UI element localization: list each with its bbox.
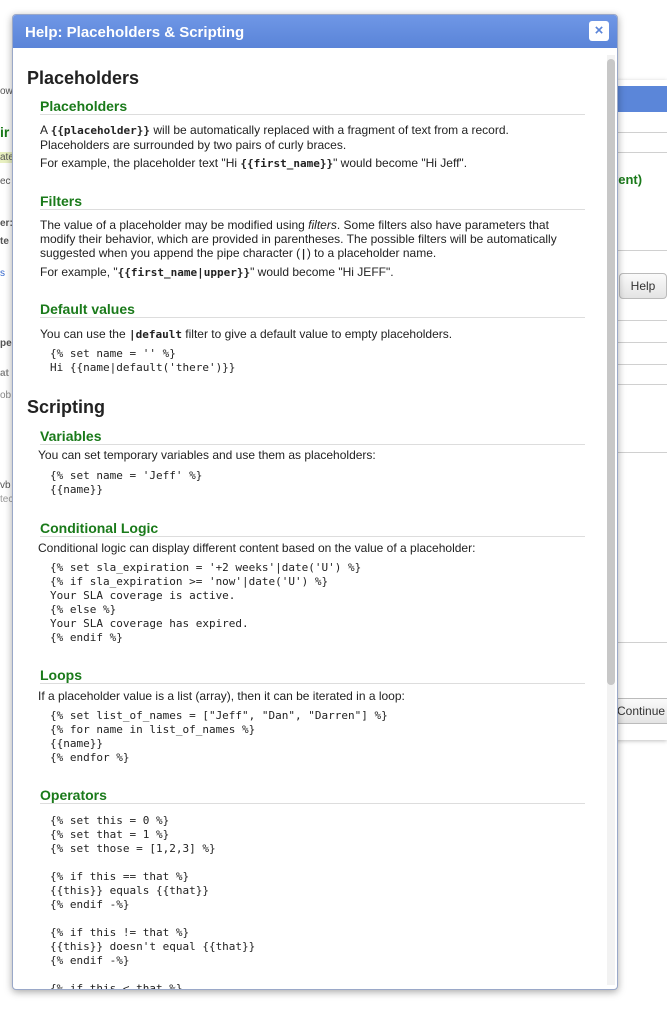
scrollbar-thumb[interactable] [607,59,615,685]
filters-paragraph-1: The value of a placeholder may be modifi… [40,218,557,260]
placeholders-paragraph-1: A {{placeholder}} will be automatically … [40,123,509,152]
default-values-paragraph: You can use the |default filter to give … [40,327,453,341]
bg-fragment: at [0,368,9,379]
placeholders-paragraph-2: For example, the placeholder text "Hi {{… [40,156,468,170]
bg-fragment: er: [0,218,13,229]
dialog-titlebar[interactable]: Help: Placeholders & Scripting × [13,15,617,48]
code-operators: {% set this = 0 %} {% set that = 1 %} {%… [50,814,256,989]
heading-conditional-logic: Conditional Logic [40,520,585,537]
bg-fragment: s [0,268,5,279]
help-button[interactable]: Help [619,273,667,299]
code-variables: {% set name = 'Jeff' %} {{name}} [50,469,203,496]
heading-default-values: Default values [40,301,585,318]
heading-loops: Loops [40,667,585,684]
bg-fragment: ob [0,390,12,401]
heading-variables: Variables [40,428,585,445]
section-title-scripting: Scripting [27,397,106,417]
bg-fragment: vb [0,480,11,491]
close-icon[interactable]: × [589,21,609,41]
bg-fragment: pe [0,338,12,349]
continue-button[interactable]: Continue [613,698,667,724]
bg-fragment: ir [0,124,10,140]
dialog-title: Help: Placeholders & Scripting [25,24,245,41]
bg-fragment: ow [0,86,13,97]
loops-text: If a placeholder value is a list (array)… [38,689,405,703]
heading-operators: Operators [40,787,585,804]
heading-placeholders: Placeholders [40,98,585,115]
code-conditional-logic: {% set sla_expiration = '+2 weeks'|date(… [50,561,362,644]
variables-text: You can set temporary variables and use … [38,448,376,462]
dialog-content: Placeholders Placeholders A {{placeholde… [13,48,603,989]
heading-filters: Filters [40,193,585,210]
help-dialog: Help: Placeholders & Scripting × Placeho… [12,14,618,990]
bg-fragment: te [0,236,9,247]
code-loops: {% set list_of_names = ["Jeff", "Dan", "… [50,709,388,764]
conditional-logic-text: Conditional logic can display different … [38,541,476,555]
code-default-values: {% set name = '' %} Hi {{name|default('t… [50,347,236,374]
filters-paragraph-2: For example, "{{first_name|upper}}" woul… [40,265,394,279]
bg-fragment: ec [0,176,11,187]
section-title-placeholders: Placeholders [27,68,140,88]
